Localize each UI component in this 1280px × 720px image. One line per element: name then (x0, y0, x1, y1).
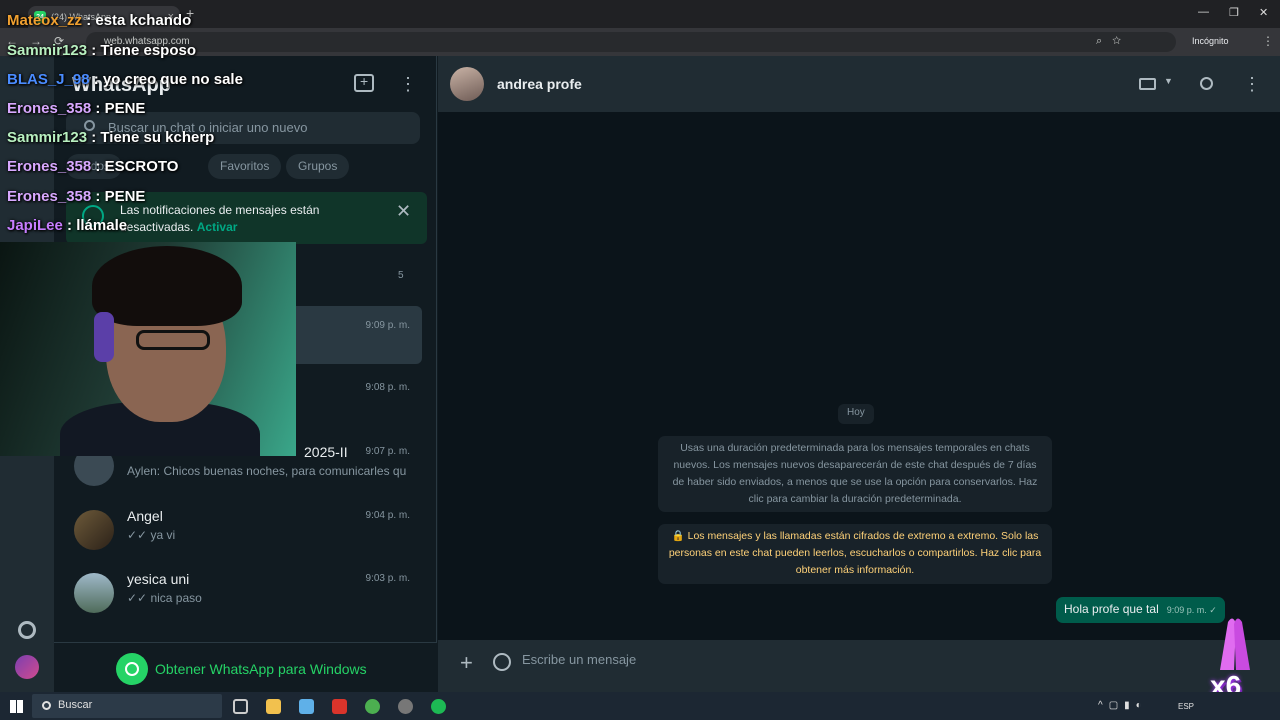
avatar (74, 510, 114, 550)
filter-favorites[interactable]: Favoritos (208, 154, 282, 179)
stream-message: : esta kchando (86, 12, 192, 29)
day-separator: Hoy (838, 404, 874, 424)
taskbar-search[interactable]: Buscar (32, 694, 222, 718)
get-app-label[interactable]: Obtener WhatsApp para Windows (155, 661, 367, 677)
conversation-menu-icon[interactable]: ⋮ (1243, 74, 1261, 95)
whatsapp-logo-icon (116, 653, 148, 685)
sidebar-menu-icon[interactable]: ⋮ (399, 74, 417, 95)
stream-user: Erones_358 (7, 188, 92, 205)
activate-link[interactable]: Activar (197, 220, 238, 234)
task-view-icon[interactable] (233, 699, 248, 714)
chat-name: Angel (127, 508, 163, 524)
windows-start-icon[interactable] (10, 700, 23, 713)
app-icon[interactable] (332, 699, 347, 714)
webcam-hair (92, 246, 242, 326)
maximize-icon[interactable]: ❐ (1229, 6, 1239, 19)
file-explorer-icon[interactable] (266, 699, 281, 714)
chevron-down-icon[interactable]: ▼ (1164, 76, 1173, 86)
stream-chat-line: BLAS_J_98 : yo creo que no sale (7, 71, 243, 88)
chat-preview: Aylen: Chicos buenas noches, para comuni… (127, 464, 407, 478)
stream-user: Sammir123 (7, 42, 88, 59)
stream-message: : PENE (95, 100, 146, 117)
message-input[interactable]: Escribe un mensaje (522, 652, 1212, 672)
sticker-icon[interactable] (493, 653, 511, 671)
stream-message: : PENE (95, 188, 146, 205)
contact-avatar[interactable] (450, 67, 484, 101)
profile-avatar[interactable] (15, 655, 39, 679)
plus-icon[interactable]: + (460, 650, 473, 676)
url-field[interactable]: web.whatsapp.com (86, 32, 1176, 52)
stream-chat-line: Erones_358 : ESCROTO (7, 158, 178, 175)
search-icon (42, 701, 51, 710)
stream-message: : Tiene esposo (91, 42, 196, 59)
app-icon[interactable] (299, 699, 314, 714)
stream-chat-line: JapiLee : llámale (7, 217, 127, 234)
chat-time: 9:07 p. m. (365, 446, 410, 457)
stream-chat-line: Mateox_zz : esta kchando (7, 12, 191, 29)
stream-user: Erones_358 (7, 100, 92, 117)
system-tray-icons[interactable]: ^▢▮◐ (1098, 700, 1148, 711)
video-call-icon[interactable] (1139, 78, 1156, 90)
encryption-notice[interactable]: 🔒 Los mensajes y las llamadas están cifr… (658, 524, 1052, 584)
stream-chat-line: Erones_358 : PENE (7, 188, 145, 205)
praying-hands-icon (1220, 618, 1250, 670)
window-close-icon[interactable]: ✕ (1259, 6, 1268, 19)
chat-preview: ✓✓ nica paso (127, 591, 202, 605)
contact-name[interactable]: andrea profe (497, 76, 582, 92)
stream-user: Mateox_zz (7, 12, 83, 29)
stream-user: Sammir123 (7, 129, 88, 146)
stream-chat-line: Sammir123 : Tiene su kcherp (7, 129, 214, 146)
message-text: Hola profe que tal (1064, 602, 1159, 616)
stream-message: : Tiene su kcherp (91, 129, 215, 146)
webcam-glasses (136, 330, 210, 350)
chat-item[interactable]: yesica uni 9:03 p. m. ✓✓ nica paso (54, 563, 436, 627)
archived-count: 5 (398, 270, 404, 281)
chrome-icon[interactable] (365, 699, 380, 714)
stream-message: : ESCROTO (95, 158, 179, 175)
chat-time: 9:08 p. m. (365, 382, 410, 393)
browser-menu-icon[interactable]: ⋮ (1262, 34, 1274, 48)
search-icon[interactable] (1200, 77, 1213, 90)
new-chat-icon[interactable] (354, 73, 374, 92)
stream-user: Erones_358 (7, 158, 92, 175)
stream-message: : llámale (67, 217, 128, 234)
close-icon[interactable]: ✕ (396, 201, 411, 222)
stream-user: JapiLee (7, 217, 63, 234)
chat-time: 9:04 p. m. (365, 510, 410, 521)
minimize-icon[interactable]: — (1198, 6, 1209, 18)
chat-name: yesica uni (127, 571, 190, 587)
avatar (74, 573, 114, 613)
chat-time: 9:09 p. m. (365, 320, 410, 331)
stream-user: BLAS_J_98 (7, 71, 90, 88)
url-actions-icons[interactable]: ⌕☆ (1096, 35, 1131, 48)
webcam-overlay (0, 242, 296, 456)
stream-chat-line: Erones_358 : PENE (7, 100, 145, 117)
incognito-badge[interactable]: Incógnito (1192, 36, 1229, 46)
filter-groups[interactable]: Grupos (286, 154, 350, 179)
chat-time: 9:03 p. m. (365, 573, 410, 584)
headphones-icon (94, 312, 114, 362)
gear-icon[interactable] (18, 621, 36, 639)
chat-item[interactable]: Angel 9:04 p. m. ✓✓ ya vi (54, 500, 436, 564)
chat-name: 2025-II (304, 444, 348, 460)
stream-chat-line: Sammir123 : Tiene esposo (7, 42, 196, 59)
chat-preview: ✓✓ ya vi (127, 528, 176, 542)
spotify-icon[interactable] (431, 699, 446, 714)
disappearing-messages-notice[interactable]: Usas una duración predeterminada para lo… (658, 436, 1052, 512)
language-indicator[interactable]: ESP (1178, 702, 1194, 711)
obs-icon[interactable] (398, 699, 413, 714)
notification-text: Las notificaciones de mensajes están des… (120, 202, 370, 236)
stream-message: : yo creo que no sale (93, 71, 243, 88)
